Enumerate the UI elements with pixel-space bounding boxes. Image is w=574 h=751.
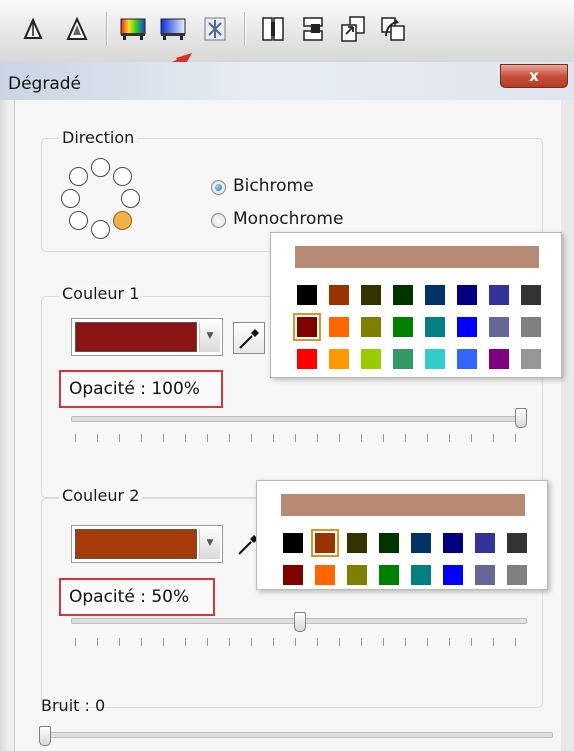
title-bar: Dégradé x bbox=[0, 62, 574, 100]
gradient-blue-icon[interactable] bbox=[158, 14, 188, 44]
color1-palette-cell[interactable] bbox=[425, 285, 445, 305]
color2-palette-cell[interactable] bbox=[283, 565, 303, 585]
direction-bottom-left[interactable] bbox=[69, 211, 88, 230]
color1-dropdown[interactable]: ▼ bbox=[71, 318, 223, 356]
color2-palette-selected-cell bbox=[311, 529, 339, 557]
monochrome-label: Monochrome bbox=[233, 209, 344, 229]
monochrome-radio[interactable] bbox=[211, 213, 226, 228]
color2-label: Couleur 2 bbox=[59, 486, 143, 505]
color2-palette-cell[interactable] bbox=[347, 565, 367, 585]
direction-bottom-right[interactable] bbox=[113, 211, 132, 230]
noise-slider[interactable] bbox=[41, 732, 553, 738]
color1-palette-cell[interactable] bbox=[393, 349, 413, 369]
color1-palette-cell[interactable] bbox=[329, 349, 349, 369]
color1-palette-cell[interactable] bbox=[425, 349, 445, 369]
color1-palette-cell[interactable] bbox=[297, 285, 317, 305]
color2-palette-popup bbox=[256, 480, 548, 590]
direction-right[interactable] bbox=[121, 189, 140, 208]
chevron-down-icon[interactable]: ▼ bbox=[199, 529, 220, 559]
page-icon[interactable] bbox=[258, 14, 288, 44]
color1-palette-cell[interactable] bbox=[457, 349, 477, 369]
color1-palette-cell[interactable] bbox=[457, 285, 477, 305]
up-triangle-outline-icon[interactable] bbox=[62, 14, 92, 44]
color2-slider-ticks bbox=[75, 638, 527, 646]
pattern-icon[interactable] bbox=[200, 14, 230, 44]
color1-palette-cell[interactable] bbox=[393, 285, 413, 305]
color1-palette-cell[interactable] bbox=[521, 285, 541, 305]
color1-palette-cell[interactable] bbox=[489, 317, 509, 337]
color1-opacity-thumb[interactable] bbox=[515, 408, 527, 428]
color2-palette-cell[interactable] bbox=[379, 565, 399, 585]
window-title: Dégradé bbox=[8, 74, 81, 94]
direction-top-right[interactable] bbox=[113, 167, 132, 186]
color2-palette-cell[interactable] bbox=[283, 533, 303, 553]
color1-palette-cell[interactable] bbox=[521, 317, 541, 337]
color1-palette-cell[interactable] bbox=[361, 317, 381, 337]
close-button[interactable]: x bbox=[500, 64, 568, 88]
align-icon[interactable] bbox=[298, 14, 328, 44]
color1-label: Couleur 1 bbox=[59, 284, 143, 303]
color2-palette-cell[interactable] bbox=[507, 533, 527, 553]
color1-palette-cell[interactable] bbox=[521, 349, 541, 369]
noise-thumb[interactable] bbox=[39, 726, 51, 746]
color2-palette-current-color[interactable] bbox=[281, 494, 525, 516]
color2-palette-cell[interactable] bbox=[379, 533, 399, 553]
color1-palette-cell[interactable] bbox=[457, 317, 477, 337]
up-triangle-icon[interactable] bbox=[18, 14, 48, 44]
color2-opacity-thumb[interactable] bbox=[294, 612, 306, 632]
direction-selector[interactable] bbox=[57, 158, 143, 244]
toolbar bbox=[0, 0, 574, 62]
color1-palette-cell[interactable] bbox=[425, 317, 445, 337]
bichrome-radio[interactable] bbox=[211, 180, 226, 195]
chevron-down-icon[interactable]: ▼ bbox=[199, 322, 220, 352]
direction-top-left[interactable] bbox=[69, 167, 88, 186]
direction-top[interactable] bbox=[91, 158, 110, 177]
transfer-icon[interactable] bbox=[338, 14, 368, 44]
color2-swatch bbox=[75, 529, 197, 559]
direction-label: Direction bbox=[59, 128, 138, 147]
bichrome-label: Bichrome bbox=[233, 176, 314, 196]
color2-palette-cell[interactable] bbox=[411, 533, 431, 553]
color1-slider-ticks bbox=[75, 434, 527, 442]
gradient-color-icon[interactable] bbox=[118, 14, 148, 44]
color2-palette-cell[interactable] bbox=[507, 565, 527, 585]
color1-palette-selected-cell bbox=[293, 313, 321, 341]
direction-left[interactable] bbox=[61, 189, 80, 208]
color1-palette-cell[interactable] bbox=[361, 285, 381, 305]
eyedropper-icon bbox=[239, 329, 259, 349]
color1-opacity-slider[interactable] bbox=[71, 416, 527, 422]
color1-palette-cell[interactable] bbox=[361, 349, 381, 369]
color1-palette-cell[interactable] bbox=[489, 285, 509, 305]
color2-palette-cell[interactable] bbox=[347, 533, 367, 553]
color1-palette-cell[interactable] bbox=[329, 317, 349, 337]
gradient-dialog: Dégradé x Direction Bichrome Monochrome … bbox=[0, 62, 574, 751]
color1-palette-cell[interactable] bbox=[489, 349, 509, 369]
color1-palette-cell[interactable] bbox=[393, 317, 413, 337]
color2-palette-cell[interactable] bbox=[443, 533, 463, 553]
color2-palette-cell[interactable] bbox=[475, 565, 495, 585]
color2-palette-cell[interactable] bbox=[475, 533, 495, 553]
color2-palette-cell[interactable] bbox=[411, 565, 431, 585]
color1-palette-cell[interactable] bbox=[297, 349, 317, 369]
color1-swatch bbox=[75, 322, 197, 352]
color1-palette-cell[interactable] bbox=[329, 285, 349, 305]
color1-palette-popup bbox=[270, 232, 562, 378]
bichrome-option[interactable]: Bichrome bbox=[211, 176, 314, 196]
color2-palette-cell[interactable] bbox=[443, 565, 463, 585]
color2-opacity-label: Opacité : 50% bbox=[59, 578, 215, 616]
noise-label: Bruit : 0 bbox=[41, 696, 106, 715]
color1-opacity-label: Opacité : 100% bbox=[59, 370, 223, 408]
dialog-body: Direction Bichrome Monochrome Couleur 1 … bbox=[14, 100, 561, 751]
color1-eyedropper-button[interactable] bbox=[233, 322, 265, 354]
color2-palette-cell[interactable] bbox=[315, 565, 335, 585]
monochrome-option[interactable]: Monochrome bbox=[211, 209, 343, 229]
color2-dropdown[interactable]: ▼ bbox=[71, 525, 223, 563]
direction-bottom[interactable] bbox=[91, 220, 110, 239]
color1-palette-current-color[interactable] bbox=[295, 246, 539, 268]
swap-icon[interactable] bbox=[378, 14, 408, 44]
